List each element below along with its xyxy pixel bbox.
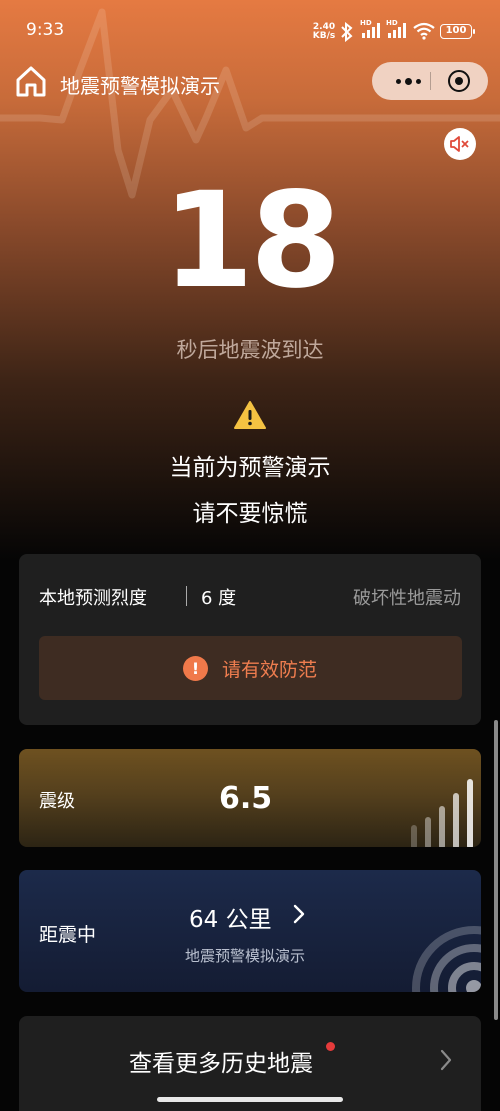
intensity-label: 本地预测烈度 [39, 588, 147, 609]
distance-value: 64 公里 [189, 907, 272, 933]
distance-label: 距震中 [39, 924, 97, 946]
magnitude-value: 6.5 [219, 781, 273, 816]
exclamation-icon: ! [183, 656, 208, 681]
speaker-mute-icon [450, 136, 469, 152]
close-mini-program-button[interactable] [448, 70, 470, 92]
defense-advice-banner: ! 请有效防范 [39, 636, 462, 700]
magnitude-card: 震级 6.5 [19, 749, 481, 847]
navigation-bar: 地震预警模拟演示 [0, 60, 500, 104]
history-link-text: 查看更多历史地震 [129, 1051, 313, 1077]
notification-dot [326, 1042, 335, 1051]
scrollbar[interactable] [494, 720, 498, 1020]
more-menu-button[interactable] [386, 62, 430, 100]
dot-icon [404, 77, 412, 85]
home-indicator[interactable] [157, 1097, 343, 1102]
intensity-value: 6 度 [201, 588, 237, 609]
intensity-card: 本地预测烈度 6 度 破坏性地震动 ! 请有效防范 [19, 554, 481, 725]
status-time: 9:33 [26, 20, 65, 40]
warning-icon [234, 401, 266, 429]
capsule-divider [430, 72, 431, 90]
divider [186, 586, 187, 606]
dot-icon [415, 78, 421, 84]
bluetooth-icon [341, 22, 353, 42]
home-icon[interactable] [14, 64, 48, 98]
battery-indicator: 100 [440, 24, 475, 39]
intensity-description: 破坏性地震动 [353, 588, 461, 609]
magnitude-bars-icon [411, 779, 473, 847]
magnitude-label: 震级 [39, 791, 75, 812]
distance-subtitle: 地震预警模拟演示 [185, 947, 306, 965]
distance-card[interactable]: 距震中 64 公里 地震预警模拟演示 [19, 870, 481, 992]
radar-icon [412, 926, 481, 992]
signal-icon [388, 23, 406, 38]
mute-button[interactable] [444, 128, 476, 160]
countdown-subtitle: 秒后地震波到达 [176, 338, 324, 362]
defense-advice-text: 请有效防范 [222, 659, 318, 681]
demo-notice-line1: 当前为预警演示 [169, 455, 331, 481]
chevron-right-icon [440, 1049, 452, 1071]
demo-notice-line2: 请不要惊慌 [192, 501, 308, 527]
signal-icon [362, 23, 380, 38]
mini-program-capsule [372, 62, 488, 100]
wifi-icon [413, 22, 435, 40]
chevron-right-icon [293, 904, 305, 924]
countdown-seconds: 18 [162, 164, 342, 318]
network-speed: 2.40 KB/s [312, 22, 336, 41]
page-title: 地震预警模拟演示 [60, 74, 220, 98]
dot-icon [395, 78, 401, 84]
status-bar: 9:33 2.40 KB/s HD HD 100 [0, 0, 500, 64]
